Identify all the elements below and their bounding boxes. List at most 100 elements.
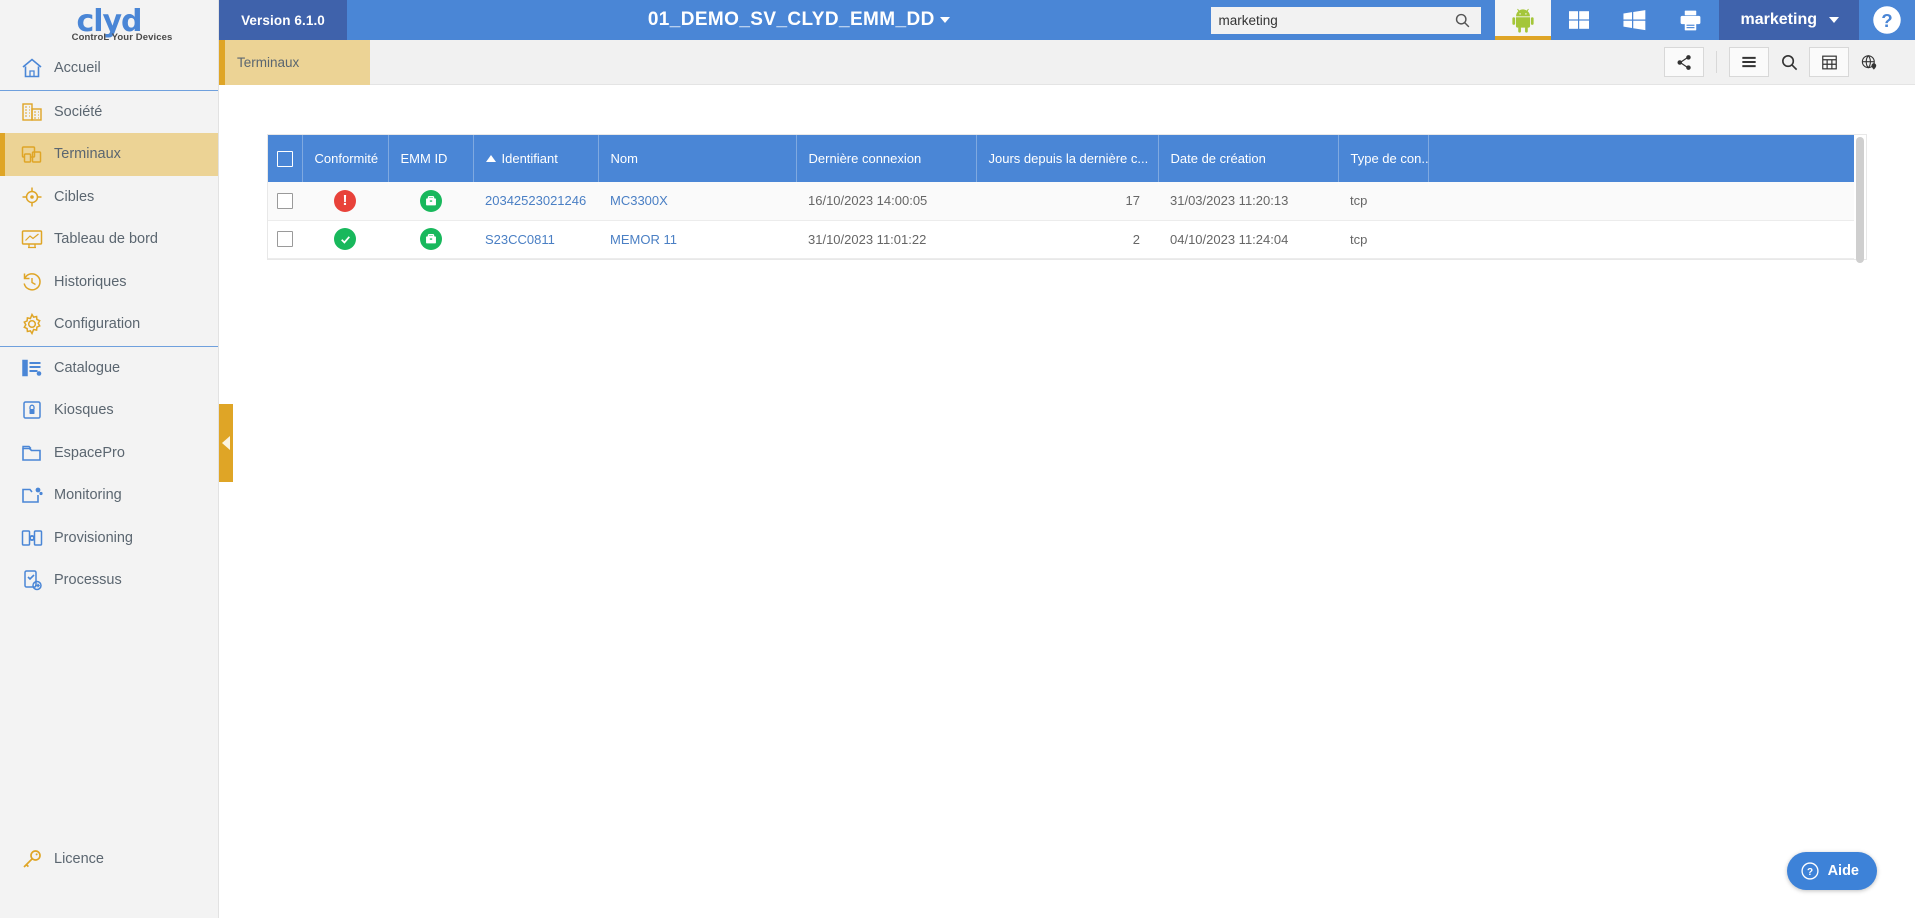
main-content: Conformité EMM ID Identifiant Nom Derniè… bbox=[219, 85, 1915, 918]
scrollbar-thumb[interactable] bbox=[1856, 137, 1864, 263]
table-row[interactable]: S23CC0811 MEMOR 11 31/10/2023 11:01:22 2… bbox=[268, 220, 1866, 259]
cell-date-creation: 31/03/2023 11:20:13 bbox=[1158, 182, 1338, 221]
user-name: marketing bbox=[1740, 11, 1817, 28]
svg-text:?: ? bbox=[1807, 867, 1813, 878]
table-header-row: Conformité EMM ID Identifiant Nom Derniè… bbox=[268, 135, 1866, 182]
sidebar-item-label: Société bbox=[54, 103, 103, 120]
cell-nom[interactable]: MEMOR 11 bbox=[598, 220, 796, 259]
os-tab-windows-ce[interactable] bbox=[1607, 0, 1663, 40]
cell-jours: 17 bbox=[976, 182, 1158, 221]
sidebar-item-processus[interactable]: Processus bbox=[0, 559, 218, 602]
identifiant-link[interactable]: S23CC0811 bbox=[485, 232, 555, 247]
sort-ascending-icon bbox=[485, 155, 496, 162]
sidebar-item-label: Provisioning bbox=[54, 529, 133, 546]
folder-icon bbox=[10, 441, 54, 465]
search-button[interactable] bbox=[1444, 6, 1481, 34]
cell-type-connexion: tcp bbox=[1338, 182, 1428, 221]
sidebar-item-label: Processus bbox=[54, 572, 122, 589]
table-grid-icon bbox=[1821, 55, 1837, 69]
identifiant-link[interactable]: 20342523021246 bbox=[485, 193, 586, 208]
printer-icon bbox=[1680, 10, 1701, 30]
briefcase-icon bbox=[425, 234, 436, 244]
column-header-derniere-connexion[interactable]: Dernière connexion bbox=[796, 135, 977, 182]
search-icon bbox=[1455, 13, 1470, 27]
row-checkbox[interactable] bbox=[277, 193, 293, 210]
column-header-type-connexion[interactable]: Type de con... bbox=[1338, 135, 1429, 182]
sidebar-item-monitoring[interactable]: Monitoring bbox=[0, 474, 218, 517]
nom-link[interactable]: MEMOR 11 bbox=[610, 232, 677, 247]
sidebar-group-management: Société Terminaux Cibles Tableau de bord… bbox=[0, 91, 218, 347]
table-header: Conformité EMM ID Identifiant Nom Derniè… bbox=[268, 135, 1866, 182]
column-header-identifiant[interactable]: Identifiant bbox=[473, 135, 599, 182]
cell-emm-id[interactable] bbox=[388, 220, 473, 259]
column-header-nom[interactable]: Nom bbox=[598, 135, 797, 182]
sidebar-item-licence[interactable]: Licence bbox=[0, 838, 218, 881]
sidebar-item-terminaux[interactable]: Terminaux bbox=[0, 133, 218, 176]
cell-conformite[interactable]: ! bbox=[302, 182, 388, 221]
user-menu[interactable]: marketing bbox=[1718, 0, 1859, 40]
sidebar-item-label: EspacePro bbox=[54, 444, 125, 461]
windows-ce-icon bbox=[1623, 9, 1646, 30]
row-select-cell[interactable] bbox=[268, 220, 302, 259]
sidebar-item-catalogue[interactable]: Catalogue bbox=[0, 347, 218, 390]
cell-emm-id[interactable] bbox=[388, 182, 473, 221]
cell-conformite[interactable] bbox=[302, 220, 388, 259]
work-profile-icon[interactable] bbox=[419, 228, 442, 250]
table-vertical-scrollbar[interactable] bbox=[1854, 135, 1866, 263]
os-tab-printer[interactable] bbox=[1663, 0, 1719, 40]
devices-icon bbox=[10, 142, 54, 166]
sidebar-item-kiosques[interactable]: Kiosques bbox=[0, 389, 218, 432]
list-view-button[interactable] bbox=[1729, 47, 1769, 77]
app-title-text: 01_DEMO_SV_CLYD_EMM_DD bbox=[647, 9, 935, 30]
app-title-dropdown[interactable]: 01_DEMO_SV_CLYD_EMM_DD bbox=[387, 9, 1211, 31]
os-tab-windows-10[interactable] bbox=[1551, 0, 1607, 40]
brand-logo-block[interactable]: clyd ControL Your Devices bbox=[0, 0, 218, 47]
column-header-date-creation[interactable]: Date de création bbox=[1158, 135, 1339, 182]
os-tab-android[interactable] bbox=[1494, 0, 1551, 40]
exclamation-circle-icon[interactable]: ! bbox=[334, 189, 356, 212]
sidebar-item-societe[interactable]: Société bbox=[0, 91, 218, 134]
sidebar-item-espacepro[interactable]: EspacePro bbox=[0, 432, 218, 475]
sidebar-item-provisioning[interactable]: Provisioning bbox=[0, 517, 218, 560]
row-select-cell[interactable] bbox=[268, 182, 302, 221]
table-row[interactable]: ! 20342523021246 MC3300X 16/10/2023 14:0… bbox=[268, 182, 1866, 221]
check-circle-icon[interactable] bbox=[334, 228, 356, 250]
tab-terminaux[interactable]: Terminaux bbox=[219, 39, 370, 85]
history-icon bbox=[10, 270, 54, 294]
sidebar-item-label: Licence bbox=[54, 850, 104, 867]
sidebar-item-label: Monitoring bbox=[54, 487, 122, 504]
sidebar-item-historiques[interactable]: Historiques bbox=[0, 261, 218, 304]
process-icon bbox=[10, 568, 54, 592]
sidebar-item-configuration[interactable]: Configuration bbox=[0, 303, 218, 346]
gear-icon bbox=[10, 312, 54, 336]
select-all-checkbox[interactable] bbox=[276, 150, 293, 167]
cell-identifiant[interactable]: 20342523021246 bbox=[473, 182, 598, 221]
row-checkbox[interactable] bbox=[277, 231, 293, 248]
cell-nom[interactable]: MC3300X bbox=[598, 182, 796, 221]
cell-identifiant[interactable]: S23CC0811 bbox=[473, 220, 598, 259]
map-view-button[interactable] bbox=[1849, 47, 1889, 77]
search-input[interactable] bbox=[1210, 12, 1445, 28]
table-search-button[interactable] bbox=[1769, 47, 1809, 77]
svg-text:?: ? bbox=[1881, 10, 1892, 31]
sidebar-item-accueil[interactable]: Accueil bbox=[0, 47, 218, 90]
nom-link[interactable]: MC3300X bbox=[610, 193, 668, 208]
column-header-conformite[interactable]: Conformité bbox=[302, 135, 389, 182]
aide-help-button[interactable]: ? Aide bbox=[1786, 852, 1877, 890]
work-profile-icon[interactable] bbox=[419, 189, 442, 212]
share-nodes-button[interactable] bbox=[1664, 47, 1704, 77]
dashboard-icon bbox=[10, 227, 54, 251]
column-header-select-all[interactable] bbox=[268, 135, 303, 182]
sidebar-item-label: Kiosques bbox=[54, 402, 114, 419]
column-header-emm-id[interactable]: EMM ID bbox=[388, 135, 474, 182]
question-mark-icon: ? bbox=[1873, 6, 1901, 34]
grid-columns-button[interactable] bbox=[1809, 47, 1849, 77]
sidebar-item-tableau-de-bord[interactable]: Tableau de bord bbox=[0, 218, 218, 261]
windows-10-icon bbox=[1568, 11, 1589, 29]
cell-jours: 2 bbox=[976, 220, 1158, 259]
sidebar-item-cibles[interactable]: Cibles bbox=[0, 176, 218, 219]
column-header-jours-depuis[interactable]: Jours depuis la dernière c... bbox=[976, 135, 1159, 182]
collapse-sidebar-handle[interactable] bbox=[219, 404, 233, 482]
help-icon-button[interactable]: ? bbox=[1859, 0, 1915, 40]
tab-label: Terminaux bbox=[237, 54, 300, 70]
